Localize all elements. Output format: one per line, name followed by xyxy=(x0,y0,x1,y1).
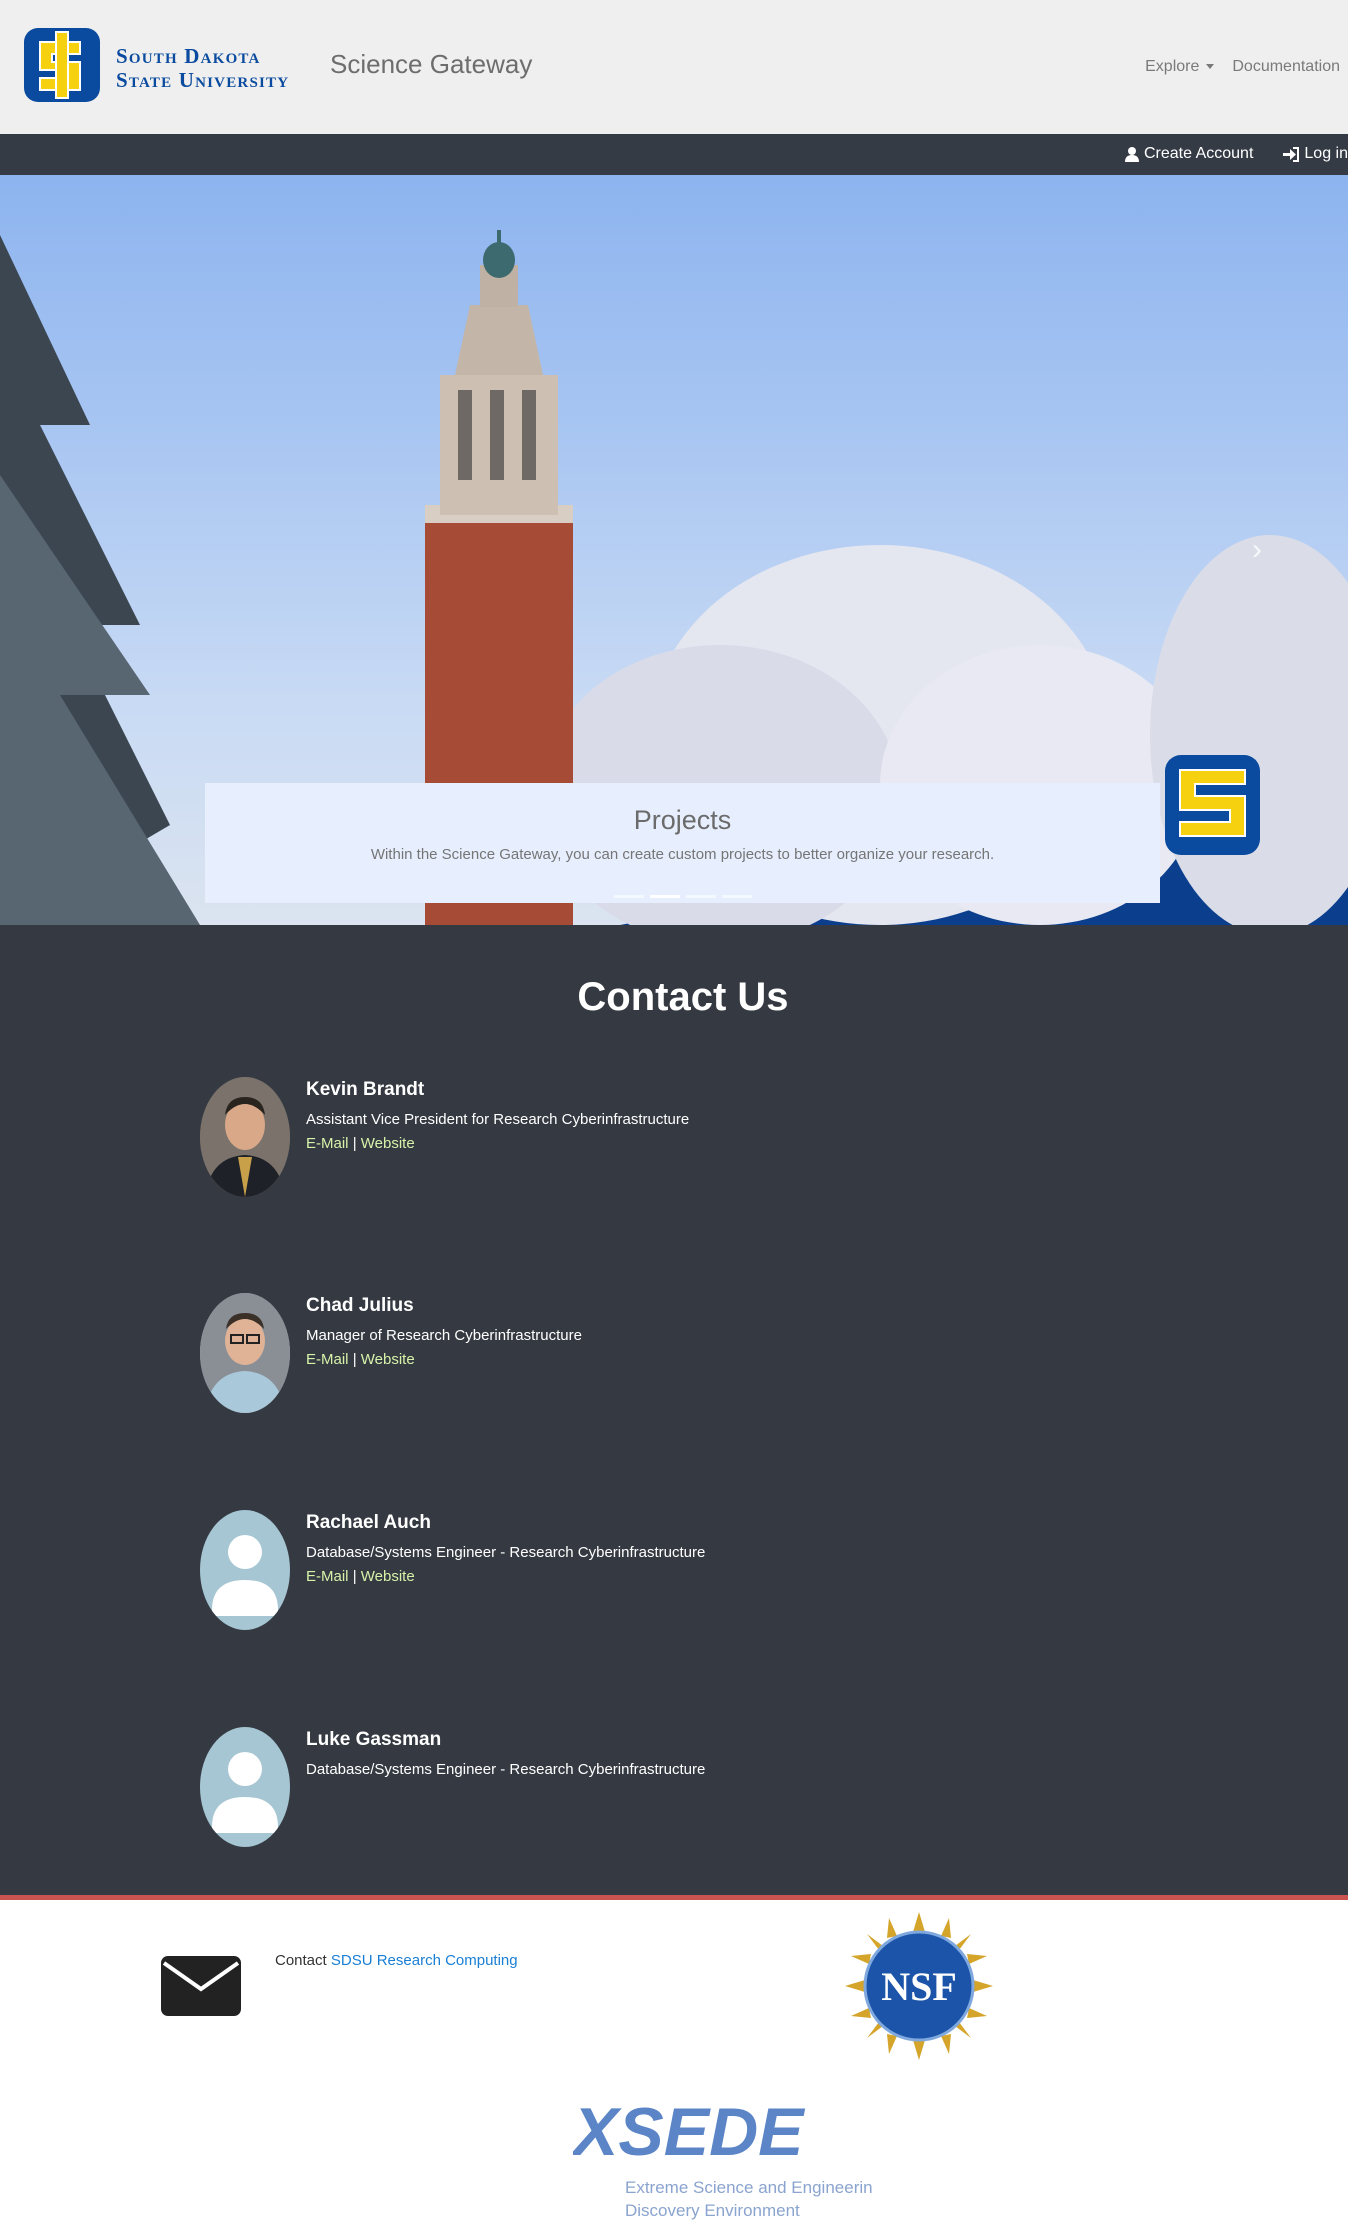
carousel-next-icon[interactable]: › xyxy=(1252,533,1262,567)
carousel-indicators xyxy=(614,895,752,898)
user-icon xyxy=(1125,146,1139,162)
site-footer: Contact SDSU Research Computing NSF XSED… xyxy=(0,1900,1348,2234)
contact-title: Assistant Vice President for Research Cy… xyxy=(306,1111,690,1128)
site-header: South Dakota State University Science Ga… xyxy=(0,0,1348,134)
website-link[interactable]: Website xyxy=(361,1351,415,1368)
avatar xyxy=(200,1727,290,1847)
contact-title: Database/Systems Engineer - Research Cyb… xyxy=(306,1761,706,1778)
person-photo xyxy=(200,1293,290,1413)
xsede-logo-icon[interactable]: XSEDE Extreme Science and Engineering Di… xyxy=(573,2095,873,2225)
university-name[interactable]: South Dakota State University xyxy=(116,44,289,92)
create-account-link[interactable]: Create Account xyxy=(1125,145,1253,163)
chevron-down-icon xyxy=(1206,64,1215,70)
website-link[interactable]: Website xyxy=(361,1568,415,1585)
contact-section: Contact Us Kevin Brandt Assistant Vice P… xyxy=(0,925,1348,1895)
avatar xyxy=(200,1077,290,1197)
nsf-logo-text: NSF xyxy=(881,1964,957,2009)
carousel-indicator[interactable] xyxy=(686,895,716,898)
contact-name: Kevin Brandt xyxy=(306,1079,425,1100)
footer-contact: Contact SDSU Research Computing xyxy=(275,1952,518,1969)
user-placeholder-icon xyxy=(212,1535,278,1616)
caption-text: Within the Science Gateway, you can crea… xyxy=(370,846,995,863)
carousel-indicator[interactable] xyxy=(614,895,644,898)
contact-links: E-Mail | Website xyxy=(306,1135,415,1152)
avatar xyxy=(200,1510,290,1630)
contact-name: Chad Julius xyxy=(306,1295,414,1316)
xsede-tagline: Extreme Science and Engineering xyxy=(625,2178,873,2197)
contact-card-kevin-brandt: Kevin Brandt Assistant Vice President fo… xyxy=(200,1077,1000,1197)
sdsu-logo-icon[interactable] xyxy=(20,22,104,108)
user-placeholder-icon xyxy=(212,1752,278,1833)
carousel-caption: Projects Within the Science Gateway, you… xyxy=(205,783,1160,903)
xsede-tagline: Discovery Environment xyxy=(625,2201,800,2220)
email-link[interactable]: E-Mail xyxy=(306,1351,349,1368)
contact-title: Database/Systems Engineer - Research Cyb… xyxy=(306,1544,706,1561)
contact-heading: Contact Us xyxy=(577,975,789,1019)
contact-card-rachael-auch: Rachael Auch Database/Systems Engineer -… xyxy=(200,1510,1000,1630)
website-link[interactable]: Website xyxy=(361,1135,415,1152)
avatar xyxy=(200,1293,290,1413)
nav-explore[interactable]: Explore xyxy=(1145,58,1215,76)
contact-title: Manager of Research Cyberinfrastructure xyxy=(306,1327,582,1344)
nsf-logo-icon[interactable]: NSF xyxy=(843,1910,995,2062)
contact-links: E-Mail | Website xyxy=(306,1568,415,1585)
log-in-link[interactable]: Log in xyxy=(1283,145,1348,163)
site-title[interactable]: Science Gateway xyxy=(330,49,532,80)
caption-title: Projects xyxy=(633,805,732,835)
email-link[interactable]: E-Mail xyxy=(306,1135,349,1152)
hero-carousel[interactable]: › Projects Within the Science Gateway, y… xyxy=(0,175,1348,925)
email-link[interactable]: E-Mail xyxy=(306,1568,349,1585)
contact-links: E-Mail | Website xyxy=(306,1351,415,1368)
top-nav: Explore Documentation xyxy=(1145,58,1340,76)
nav-documentation[interactable]: Documentation xyxy=(1232,58,1340,76)
envelope-icon xyxy=(161,1956,241,2016)
carousel-indicator[interactable] xyxy=(722,895,752,898)
contact-card-luke-gassman: Luke Gassman Database/Systems Engineer -… xyxy=(200,1727,1000,1847)
contact-name: Luke Gassman xyxy=(306,1729,442,1750)
carousel-indicator-active[interactable] xyxy=(650,895,680,898)
xsede-logo-text: XSEDE xyxy=(573,2095,806,2170)
person-photo xyxy=(200,1077,290,1197)
account-bar: Create Account Log in xyxy=(0,134,1348,175)
sign-in-icon xyxy=(1283,146,1300,162)
contact-name: Rachael Auch xyxy=(306,1512,431,1533)
sdsu-research-computing-link[interactable]: SDSU Research Computing xyxy=(331,1952,518,1969)
contact-card-chad-julius: Chad Julius Manager of Research Cyberinf… xyxy=(200,1293,1000,1413)
